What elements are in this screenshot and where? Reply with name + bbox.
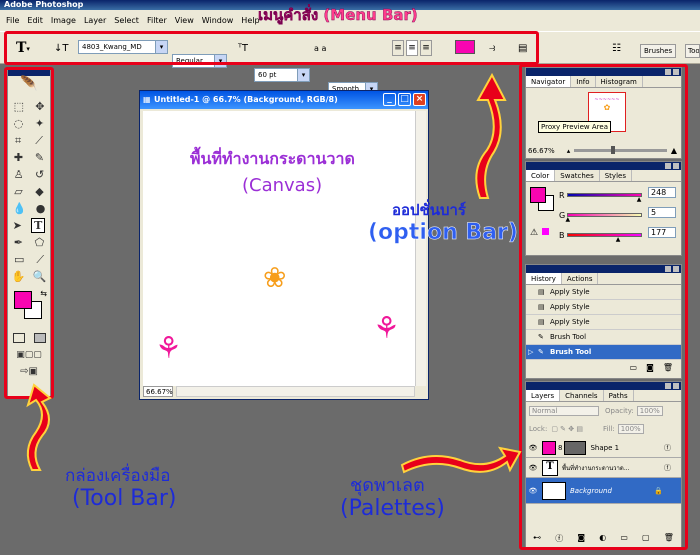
arrow-to-palettes — [400, 446, 522, 474]
arrow-to-toolbar — [26, 383, 52, 471]
color-foreground[interactable] — [530, 187, 546, 203]
arrow-to-option-bar — [475, 72, 507, 199]
annotation-arrows — [26, 72, 522, 474]
foreground-color[interactable] — [14, 291, 32, 309]
